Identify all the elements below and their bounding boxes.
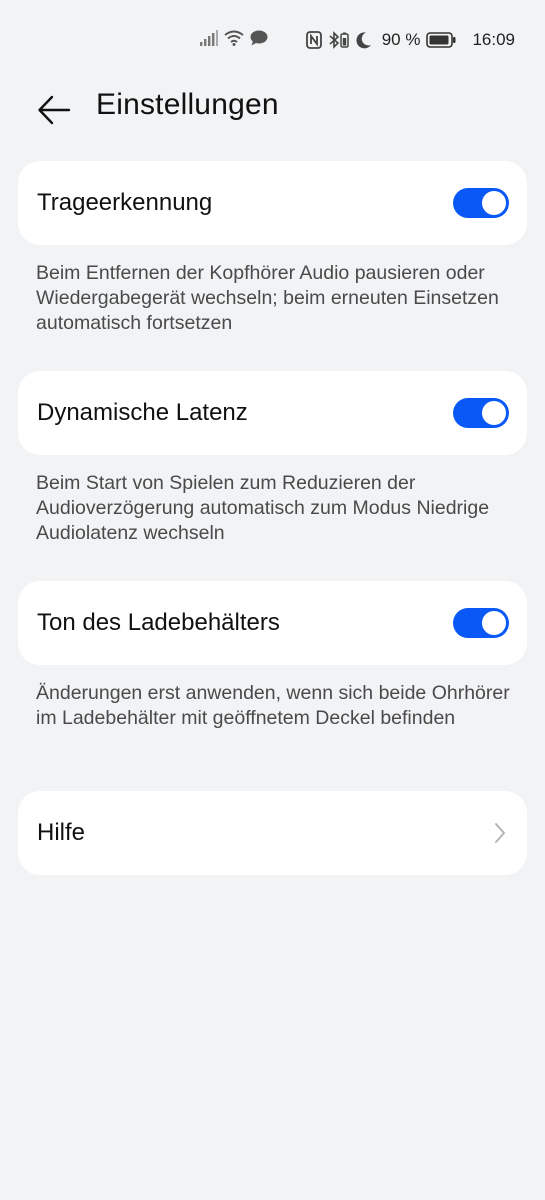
clock: 16:09 [472, 30, 515, 49]
back-button[interactable] [34, 90, 74, 130]
help-item[interactable]: Hilfe [18, 791, 527, 875]
setting-label: Ton des Ladebehälters [37, 609, 280, 636]
dynamische-latenz-toggle[interactable] [453, 398, 509, 428]
status-right-icons: 90 % 16:09 [305, 30, 515, 50]
setting-ton-des-ladebehaelters: Ton des Ladebehälters [18, 581, 527, 665]
ton-des-ladebehaelters-toggle[interactable] [453, 608, 509, 638]
setting-label: Trageerkennung [37, 189, 213, 216]
setting-description: Beim Entfernen der Kopfhörer Audio pausi… [36, 262, 499, 334]
page-title: Einstellungen [96, 88, 279, 121]
toggle-knob [482, 401, 506, 425]
setting-description: Beim Start von Spielen zum Reduzieren de… [36, 472, 490, 544]
trageerkennung-toggle[interactable] [453, 188, 509, 218]
setting-dynamische-latenz: Dynamische Latenz [18, 371, 527, 455]
setting-trageerkennung: Trageerkennung [18, 161, 527, 245]
message-icon [250, 30, 268, 46]
bluetooth-battery-icon [329, 31, 349, 49]
nfc-icon [305, 31, 322, 49]
battery-icon [426, 32, 456, 48]
status-bar: 90 % 16:09 [0, 0, 545, 80]
setting-label: Dynamische Latenz [37, 399, 248, 426]
status-left-icons [200, 30, 268, 46]
signal-icon [200, 30, 218, 46]
toggle-knob [482, 611, 506, 635]
back-arrow-icon [38, 95, 71, 125]
wifi-icon [224, 30, 244, 46]
battery-percentage: 90 % [381, 30, 421, 49]
help-label: Hilfe [37, 819, 86, 846]
toggle-knob [482, 191, 506, 215]
chevron-right-icon [495, 823, 505, 843]
app-header: Einstellungen [0, 80, 545, 140]
setting-description: Änderungen erst anwenden, wenn sich beid… [36, 682, 510, 729]
moon-icon [356, 32, 371, 49]
